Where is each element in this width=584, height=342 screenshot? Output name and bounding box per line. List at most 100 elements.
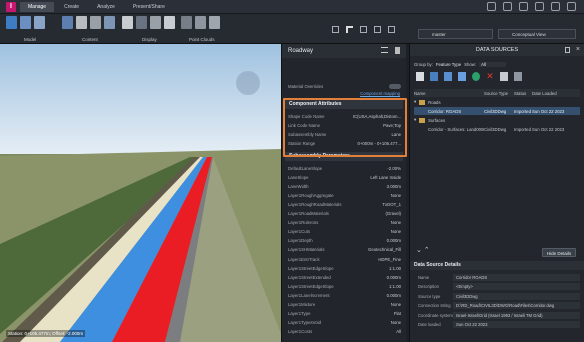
- layers-icon[interactable]: [20, 16, 31, 29]
- parameter-row[interactable]: Layer1StreetEdgeSlope 1:1.00: [288, 282, 401, 290]
- parameter-row[interactable]: Layer1Lanelncrement 0.000m: [288, 291, 401, 299]
- detail-row[interactable]: Connection string D:\RD_Road\CIVIL3D\DWG\…: [418, 302, 580, 310]
- terrain-icon[interactable]: [122, 16, 133, 29]
- ribbon-label-point-clouds[interactable]: Point Clouds: [189, 37, 215, 42]
- parameter-row[interactable]: Layer1RoughRoadMaterials TxDOT_1: [288, 200, 401, 208]
- parameter-row[interactable]: Layer1RoughAggregate None: [288, 191, 401, 199]
- detail-row[interactable]: Coordinate system Israel-Israel\Grid (Isr…: [418, 311, 580, 319]
- tab-present-share[interactable]: Present/Share: [125, 2, 173, 12]
- grid-sheet-icon[interactable]: [90, 16, 101, 29]
- tab-manage[interactable]: Manage: [20, 2, 55, 12]
- select-icon[interactable]: [346, 26, 353, 33]
- pc-edit-icon[interactable]: [209, 16, 220, 29]
- viewport-3d[interactable]: Station: 0+106.477m; Offset: -2.000m: [0, 44, 281, 342]
- branch-dropdown[interactable]: master: [418, 29, 493, 39]
- refresh-icon[interactable]: [472, 72, 480, 81]
- share-icon[interactable]: [535, 2, 544, 11]
- link-icon[interactable]: [458, 72, 466, 81]
- info-icon[interactable]: [388, 26, 395, 33]
- parameter-row[interactable]: Layer1Rulerons None: [288, 219, 401, 227]
- expand-collapse-icons[interactable]: ⌄ ⌃: [416, 246, 430, 254]
- show-select[interactable]: All: [479, 61, 506, 67]
- parameter-row[interactable]: Layer1StreetExtended 0.000m: [288, 273, 401, 281]
- ds-row-name: Corridor: ROADS: [428, 108, 462, 114]
- parameter-row[interactable]: Layer1Mixture None: [288, 301, 401, 309]
- group-surfaces[interactable]: ▾ Surfaces: [414, 116, 580, 124]
- parameter-row-value: 3.000m: [386, 183, 401, 189]
- detail-row[interactable]: Name Corridor ROADS: [418, 273, 580, 281]
- parameter-row[interactable]: Layer1StreetEdgeSlope 1:1.00: [288, 264, 401, 272]
- component-mapping-link[interactable]: Component mapping: [360, 91, 400, 96]
- table-icon[interactable]: [34, 16, 45, 29]
- road-icon[interactable]: [150, 16, 161, 29]
- parameter-row-value: -2.00%: [387, 165, 401, 171]
- ribbon-group-model: [6, 16, 45, 29]
- detail-row[interactable]: Description <Empty>: [418, 283, 580, 291]
- material-overrides-toggle[interactable]: [389, 83, 401, 89]
- palette-icon[interactable]: [104, 16, 115, 29]
- group-by-select[interactable]: Feature Type: [436, 62, 461, 67]
- detail-row[interactable]: Source type Civil3DDwg: [418, 292, 580, 300]
- viewcube-icon[interactable]: [236, 71, 260, 95]
- hide-details-button[interactable]: Hide Details: [542, 248, 576, 257]
- measure-icon[interactable]: [360, 26, 367, 33]
- parameter-row-key: Layer1Costs: [288, 329, 313, 335]
- gear-icon[interactable]: [503, 2, 512, 11]
- parameter-row[interactable]: Layer1Depth 0.000m: [288, 237, 401, 245]
- parameter-row-value: 1:1.00: [389, 283, 401, 289]
- pin-icon[interactable]: [395, 47, 400, 54]
- ribbon-label-display[interactable]: Display: [142, 37, 157, 42]
- parameter-row[interactable]: Layer1SHMaterials Geotechnical_Fill: [288, 246, 401, 254]
- sync-icon[interactable]: [519, 2, 528, 11]
- parameter-row[interactable]: Layer1EntrTrack HDPE_Fine: [288, 255, 401, 263]
- parameter-row[interactable]: Layer1Costs All: [288, 328, 401, 336]
- new-icon[interactable]: [416, 72, 424, 81]
- ds-row-corridor-roads[interactable]: Corridor: ROADS Civil3DDwg Imported Sun …: [414, 107, 580, 115]
- detail-row[interactable]: Date loaded Sun Oct 22 2023: [418, 321, 580, 329]
- help-icon[interactable]: [551, 2, 560, 11]
- export-icon[interactable]: [500, 72, 508, 81]
- col-source-type[interactable]: Source Type: [484, 91, 514, 96]
- parameter-row[interactable]: Layer1RoadMaterials (Gravel): [288, 210, 401, 218]
- filter-row: Group by: Feature Type Show: All: [414, 60, 580, 68]
- close-icon[interactable]: ×: [576, 46, 580, 53]
- group-roads[interactable]: ▾ Roads: [414, 98, 580, 106]
- parameter-row[interactable]: LaneWidth 3.000m: [288, 182, 401, 190]
- import-icon[interactable]: [430, 72, 438, 81]
- undock-icon[interactable]: [565, 47, 570, 53]
- tab-analyze[interactable]: Analyze: [89, 2, 123, 12]
- col-name[interactable]: Name: [414, 91, 484, 96]
- parameter-row[interactable]: Layer1TypesVoid None: [288, 319, 401, 327]
- parameter-row[interactable]: Layer1Type Flat: [288, 310, 401, 318]
- parameter-row[interactable]: LaneSlope Left Lane Inside: [288, 173, 401, 181]
- document-icon[interactable]: [76, 16, 87, 29]
- menu-icon[interactable]: [381, 47, 388, 53]
- mountain-icon[interactable]: [136, 16, 147, 29]
- draw-icon[interactable]: [332, 26, 339, 33]
- database-add-icon[interactable]: [444, 72, 452, 81]
- point-cloud-icon[interactable]: [181, 16, 192, 29]
- col-date-loaded[interactable]: Date Loaded: [532, 91, 557, 96]
- parameter-row[interactable]: DefaultLaneSlope -2.00%: [288, 164, 401, 172]
- database-icon[interactable]: [62, 16, 73, 29]
- ribbon-label-content[interactable]: Content: [82, 37, 98, 42]
- user-icon[interactable]: [567, 2, 576, 11]
- transform-icon[interactable]: [374, 26, 381, 33]
- col-status[interactable]: Status: [514, 91, 532, 96]
- parameter-row[interactable]: Layer1Cuts None: [288, 228, 401, 236]
- sun-icon[interactable]: [164, 16, 175, 29]
- app-logo[interactable]: I: [6, 2, 16, 12]
- ribbon-label-model[interactable]: Model: [24, 37, 36, 42]
- remove-icon[interactable]: ✕: [486, 72, 494, 81]
- model-icon[interactable]: [6, 16, 17, 29]
- view-mode-dropdown[interactable]: Conceptual View: [498, 29, 576, 39]
- parameter-row-value: None: [390, 320, 401, 326]
- settings-icon[interactable]: [514, 72, 522, 81]
- grid-icon[interactable]: [487, 2, 496, 11]
- ds-row-type: Civil3DDwg: [484, 108, 507, 114]
- pc-filter-icon[interactable]: [195, 16, 206, 29]
- ds-row-type: Civil3DDwg: [484, 126, 507, 132]
- ds-row-corridor-surfaces[interactable]: Corridor - Surfaces: Land0000... Civil3D…: [414, 125, 580, 133]
- tab-create[interactable]: Create: [56, 2, 87, 12]
- ribbon: Model Content Display Point Clouds maste…: [0, 14, 584, 44]
